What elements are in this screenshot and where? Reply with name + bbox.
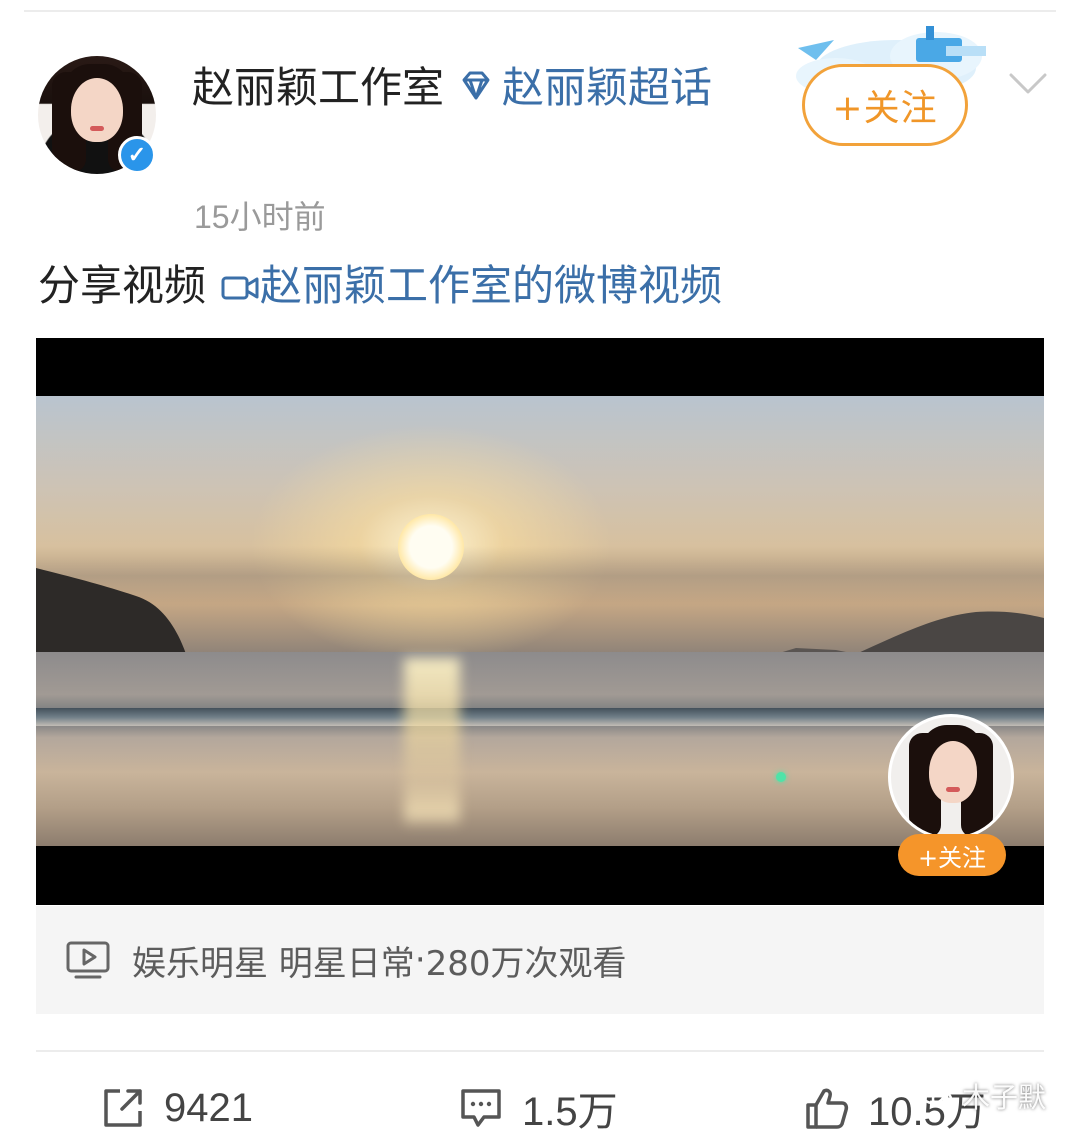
video-camera-icon	[221, 276, 259, 300]
top-divider	[24, 10, 1056, 12]
comment-button[interactable]: 1.5万	[458, 1082, 618, 1134]
watermark-text: 木子默	[962, 1081, 1047, 1114]
video-category: 娱乐明星 明星日常	[132, 943, 415, 984]
indicator-dot	[776, 772, 786, 782]
video-views: 280万次观看	[425, 943, 627, 984]
video-meta-bar[interactable]: 娱乐明星 明星日常 · 280万次观看	[36, 906, 1044, 1014]
video-author-avatar[interactable]	[888, 714, 1014, 840]
verified-badge-icon: ✓	[118, 136, 156, 174]
share-arrow-icon	[104, 1089, 142, 1127]
comment-count: 1.5万	[522, 1090, 618, 1134]
post-timestamp: 15小时前	[194, 199, 326, 235]
video-player[interactable]: +关注	[36, 338, 1044, 905]
topic-link[interactable]: 赵丽颖超话	[502, 63, 712, 112]
wechat-icon	[920, 1083, 953, 1108]
author-header: 赵丽颖工作室 赵丽颖超话	[192, 58, 752, 118]
repost-count: 9421	[164, 1085, 253, 1130]
play-screen-icon	[66, 941, 110, 979]
watermark: 木子默	[920, 1076, 1046, 1116]
share-prefix: 分享视频	[38, 261, 207, 310]
video-link[interactable]: 赵丽颖工作室的微博视频	[260, 261, 722, 310]
meta-separator: ·	[414, 940, 426, 980]
post-text: 分享视频 赵丽颖工作室的微博视频	[38, 256, 722, 316]
video-follow-button[interactable]: +关注	[898, 834, 1006, 876]
author-name[interactable]: 赵丽颖工作室	[192, 63, 444, 112]
thumbs-up-icon	[806, 1088, 849, 1129]
follow-button[interactable]: +关注	[802, 64, 968, 146]
chevron-down-icon[interactable]	[1008, 70, 1048, 98]
repost-button[interactable]: 9421	[100, 1082, 253, 1134]
comment-bubble-icon	[461, 1089, 501, 1127]
hills-image	[36, 568, 1044, 654]
action-divider	[36, 1050, 1044, 1052]
diamond-icon	[462, 71, 490, 100]
